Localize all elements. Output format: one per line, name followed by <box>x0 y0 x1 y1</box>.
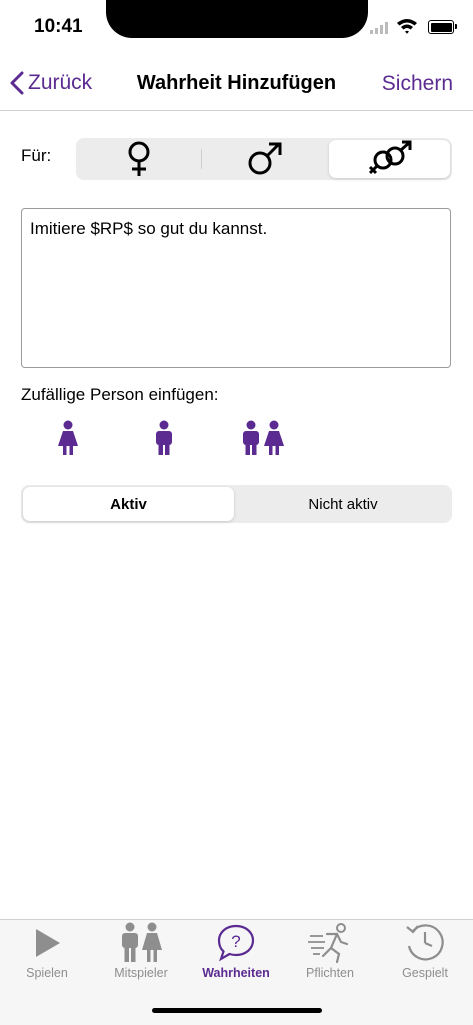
random-person-label: Zufällige Person einfügen: <box>21 385 219 404</box>
players-icon <box>122 922 162 962</box>
wifi-icon <box>397 19 417 34</box>
cellular-signal-icon <box>370 22 388 34</box>
history-clock-icon <box>406 924 444 961</box>
battery-cap <box>455 24 457 29</box>
battery-icon <box>428 20 454 34</box>
status-time: 10:41 <box>34 16 83 37</box>
gender-option-both[interactable] <box>329 140 450 178</box>
insert-couple-person-button[interactable] <box>240 420 286 456</box>
tab-spielen[interactable]: Spielen <box>0 922 94 984</box>
tab-label: Mitspieler <box>114 966 168 980</box>
device-notch <box>106 0 368 38</box>
running-man-icon <box>308 923 349 964</box>
question-bubble-icon: ? <box>217 924 255 962</box>
truth-text-input[interactable]: Imitiere $RP$ so gut du kannst. <box>21 208 451 368</box>
for-label: Für: <box>21 146 52 165</box>
gender-option-female[interactable] <box>76 138 201 180</box>
male-person-icon <box>156 420 172 455</box>
gender-segmented-control <box>76 138 452 180</box>
home-indicator <box>152 1008 322 1013</box>
tab-label: Pflichten <box>306 966 354 980</box>
insert-male-person-button[interactable] <box>152 420 176 456</box>
tab-label: Wahrheiten <box>202 966 270 980</box>
tab-label: Spielen <box>26 966 68 980</box>
active-status-segmented-control: Aktiv Nicht aktiv <box>21 485 452 523</box>
female-symbol-icon <box>128 141 149 176</box>
insert-female-person-button[interactable] <box>56 420 80 456</box>
female-person-icon <box>58 420 78 455</box>
male-symbol-icon <box>248 142 281 175</box>
save-button[interactable]: Sichern <box>382 72 453 96</box>
both-genders-symbol-icon <box>368 140 411 175</box>
couple-person-icon <box>243 420 284 455</box>
tab-mitspieler[interactable]: Mitspieler <box>94 922 188 984</box>
tab-gespielt[interactable]: Gespielt <box>378 922 472 984</box>
tab-pflichten[interactable]: Pflichten <box>283 922 377 984</box>
tab-label: Gespielt <box>402 966 448 980</box>
tab-wahrheiten[interactable]: ? Wahrheiten <box>189 922 283 984</box>
status-option-active[interactable]: Aktiv <box>23 487 234 521</box>
gender-option-male[interactable] <box>202 138 327 180</box>
status-option-inactive[interactable]: Nicht aktiv <box>236 487 450 521</box>
svg-text:?: ? <box>231 932 240 951</box>
play-icon <box>36 929 60 957</box>
